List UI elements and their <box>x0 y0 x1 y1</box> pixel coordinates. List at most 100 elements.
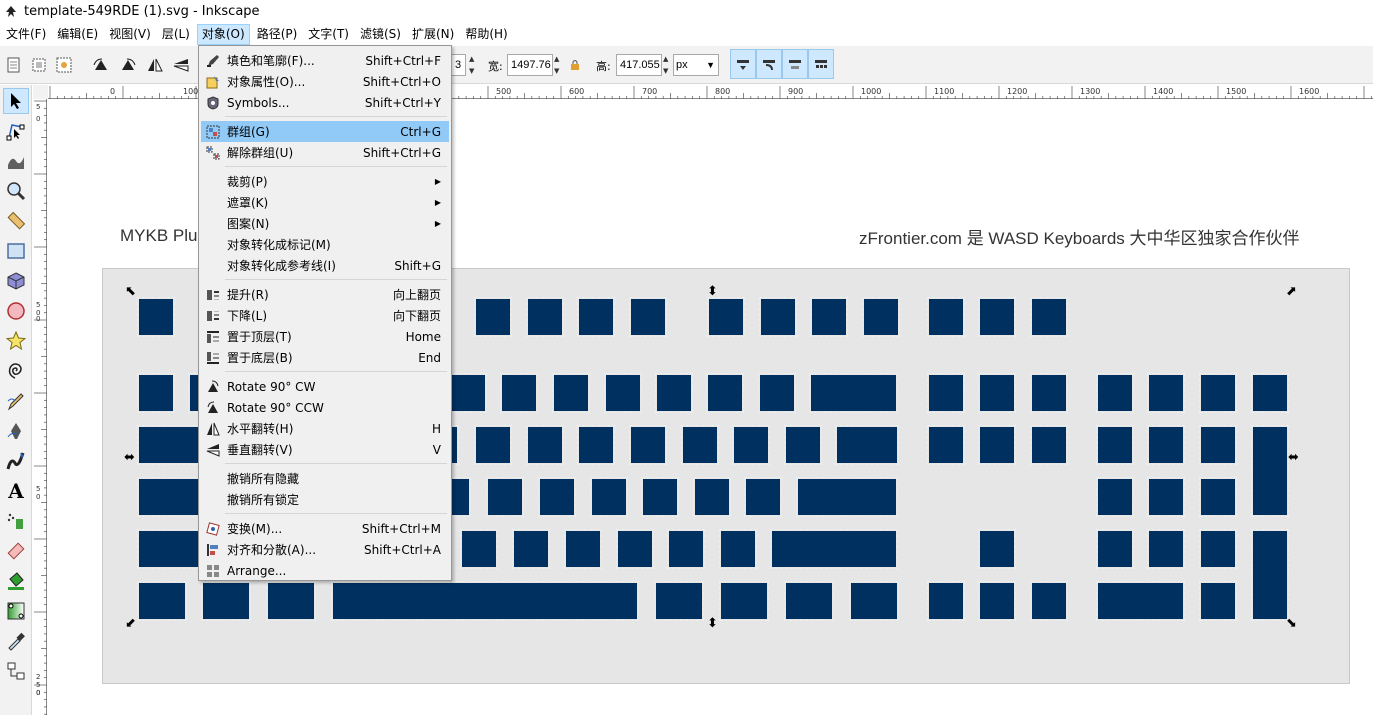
gradient-tool-icon[interactable] <box>3 598 29 624</box>
deselect-icon[interactable] <box>53 54 75 76</box>
key-cutout[interactable] <box>604 373 642 413</box>
key-cutout[interactable] <box>927 425 965 465</box>
key-cutout[interactable] <box>1147 477 1185 517</box>
key-cutout[interactable] <box>1199 529 1237 569</box>
key-cutout[interactable] <box>693 477 731 517</box>
menu-object[interactable]: 对象(O) <box>196 24 250 45</box>
key-cutout[interactable] <box>137 373 175 413</box>
menu-file[interactable]: 文件(F) <box>2 24 50 45</box>
key-cutout[interactable] <box>1147 529 1185 569</box>
key-cutout[interactable] <box>796 477 898 517</box>
menu-filters[interactable]: 滤镜(S) <box>356 24 405 45</box>
dropper-tool-icon[interactable] <box>3 628 29 654</box>
key-cutout[interactable] <box>1199 425 1237 465</box>
key-cutout[interactable] <box>681 425 719 465</box>
menu-item-unhide-all[interactable]: 撤销所有隐藏 <box>201 468 449 489</box>
key-cutout[interactable] <box>474 297 512 337</box>
key-cutout[interactable] <box>526 297 564 337</box>
key-cutout[interactable] <box>1030 373 1068 413</box>
menu-edit[interactable]: 编辑(E) <box>53 24 102 45</box>
scale-handle-top-left-icon[interactable]: ⬉ <box>125 285 136 298</box>
key-cutout[interactable] <box>978 581 1016 621</box>
menu-item-rotate-cw[interactable]: Rotate 90° CW <box>201 376 449 397</box>
menu-item-lower-to-bottom[interactable]: 置于底层(B) End <box>201 347 449 368</box>
menu-extensions[interactable]: 扩展(N) <box>408 24 458 45</box>
key-cutout[interactable] <box>927 581 965 621</box>
key-cutout[interactable] <box>719 529 757 569</box>
key-cutout[interactable] <box>1199 581 1237 621</box>
scale-handle-right-icon[interactable]: ⬌ <box>1288 451 1299 464</box>
flip-vertical-tool-icon[interactable] <box>170 54 192 76</box>
key-cutout[interactable] <box>137 297 175 337</box>
move-gradients-icon[interactable] <box>782 49 808 79</box>
key-cutout[interactable] <box>810 297 848 337</box>
menu-item-arrange[interactable]: Arrange... <box>201 560 449 581</box>
flip-horizontal-tool-icon[interactable] <box>144 54 166 76</box>
rectangle-tool-icon[interactable] <box>3 238 29 264</box>
key-cutout[interactable] <box>629 297 667 337</box>
key-cutout[interactable] <box>1147 425 1185 465</box>
zoom-tool-icon[interactable] <box>3 178 29 204</box>
key-cutout[interactable] <box>809 373 898 413</box>
menu-path[interactable]: 路径(P) <box>253 24 302 45</box>
rotate-ccw-tool-icon[interactable] <box>90 54 112 76</box>
vertical-ruler[interactable]: 50500502500 <box>33 99 47 715</box>
key-cutout[interactable] <box>137 581 187 621</box>
menu-item-group[interactable]: 群组(G) Ctrl+G <box>201 121 449 142</box>
key-cutout[interactable] <box>500 373 538 413</box>
height-field[interactable]: 417.055 <box>616 54 662 76</box>
measure-tool-icon[interactable] <box>3 208 29 234</box>
eraser-tool-icon[interactable] <box>3 538 29 564</box>
menu-item-pattern[interactable]: 图案(N) ▶ <box>201 213 449 234</box>
key-cutout[interactable] <box>849 581 899 621</box>
key-cutout[interactable] <box>654 581 704 621</box>
scale-handle-top-icon[interactable]: ⬍ <box>707 285 718 298</box>
ellipse-tool-icon[interactable] <box>3 298 29 324</box>
key-cutout[interactable] <box>137 529 201 569</box>
key-cutout[interactable] <box>759 297 797 337</box>
key-cutout[interactable] <box>447 477 471 517</box>
key-cutout[interactable] <box>564 529 602 569</box>
key-cutout[interactable] <box>758 373 796 413</box>
scale-handle-top-right-icon[interactable]: ⬈ <box>1286 285 1297 298</box>
key-cutout[interactable] <box>1251 425 1289 517</box>
menu-item-mask[interactable]: 遮罩(K) ▶ <box>201 192 449 213</box>
select-all-in-all-layers-icon[interactable] <box>28 54 50 76</box>
key-cutout[interactable] <box>667 529 705 569</box>
menu-item-rotate-ccw[interactable]: Rotate 90° CCW <box>201 397 449 418</box>
menu-item-ungroup[interactable]: 解除群组(U) Shift+Ctrl+G <box>201 142 449 163</box>
key-cutout[interactable] <box>784 581 834 621</box>
key-cutout[interactable] <box>201 581 251 621</box>
key-cutout[interactable] <box>732 425 770 465</box>
key-cutout[interactable] <box>486 477 524 517</box>
key-cutout[interactable] <box>616 529 654 569</box>
pen-tool-icon[interactable] <box>3 418 29 444</box>
key-cutout[interactable] <box>1251 529 1289 621</box>
key-cutout[interactable] <box>538 477 576 517</box>
key-cutout[interactable] <box>770 529 898 569</box>
move-patterns-icon[interactable] <box>808 49 834 79</box>
key-cutout[interactable] <box>1030 297 1068 337</box>
menu-item-flip-horizontal[interactable]: 水平翻转(H) H <box>201 418 449 439</box>
key-cutout[interactable] <box>629 425 667 465</box>
tweak-tool-icon[interactable] <box>3 148 29 174</box>
key-cutout[interactable] <box>927 297 965 337</box>
key-cutout[interactable] <box>137 425 201 465</box>
key-cutout[interactable] <box>577 297 615 337</box>
y-spinner[interactable]: ▲ ▼ <box>469 54 478 76</box>
calligraphy-tool-icon[interactable] <box>3 448 29 474</box>
key-cutout[interactable] <box>641 477 679 517</box>
connector-tool-icon[interactable] <box>3 658 29 684</box>
key-cutout[interactable] <box>137 477 201 517</box>
key-cutout[interactable] <box>978 297 1016 337</box>
key-cutout[interactable] <box>1030 425 1068 465</box>
key-cutout[interactable] <box>1030 581 1068 621</box>
key-cutout[interactable] <box>449 373 487 413</box>
key-cutout[interactable] <box>1147 373 1185 413</box>
menu-item-objects-to-guides[interactable]: 对象转化成参考线(I) Shift+G <box>201 255 449 276</box>
key-cutout[interactable] <box>1096 529 1134 569</box>
scale-handle-bottom-icon[interactable]: ⬍ <box>707 617 718 630</box>
menu-item-object-properties[interactable]: 对象属性(O)... Shift+Ctrl+O <box>201 71 449 92</box>
menu-item-clip[interactable]: 裁剪(P) ▶ <box>201 171 449 192</box>
key-cutout[interactable] <box>1096 477 1134 517</box>
